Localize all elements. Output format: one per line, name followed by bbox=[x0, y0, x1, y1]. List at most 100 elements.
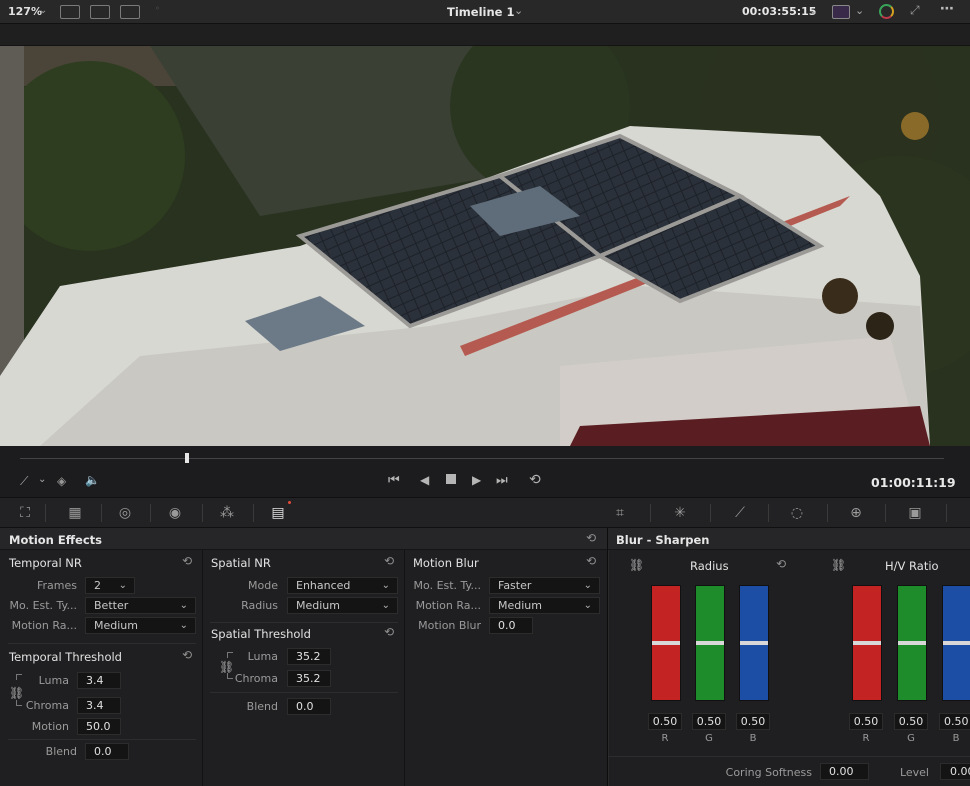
hv-ratio-title: H/V Ratio bbox=[885, 559, 939, 573]
tool-chevron-icon[interactable]: ⌄ bbox=[38, 474, 46, 485]
spatial-radius-dropdown[interactable]: Medium ⌄ bbox=[287, 597, 398, 614]
fullscreen-icon[interactable]: ⤢ bbox=[910, 3, 920, 18]
motion-effects-icon[interactable]: ▤ bbox=[268, 504, 288, 522]
radius-link-icon[interactable]: ⛓ bbox=[629, 558, 644, 572]
compare-viewer-icon[interactable] bbox=[120, 5, 140, 19]
spatial-chroma-input[interactable]: 35.2 bbox=[287, 670, 331, 687]
camera-raw-icon[interactable]: ⛶ bbox=[15, 504, 35, 522]
eyedropper-icon[interactable]: ⟋ bbox=[20, 474, 28, 489]
motion-blur-reset-icon[interactable]: ⟲ bbox=[586, 554, 596, 568]
rgb-mixer-icon[interactable]: ⁂ bbox=[217, 504, 237, 522]
chevron-down-icon: ⌄ bbox=[381, 580, 390, 591]
hv-green-value[interactable]: 0.50 bbox=[894, 713, 928, 730]
output-chevron-icon[interactable]: ⌄ bbox=[855, 4, 864, 17]
timecode-display[interactable]: 00:03:55:15 bbox=[742, 5, 816, 18]
temporal-threshold-reset-icon[interactable]: ⟲ bbox=[182, 648, 192, 662]
motion-effects-header: Motion Effects ⟲ bbox=[0, 528, 607, 550]
temporal-threshold-title: Temporal Threshold bbox=[9, 650, 122, 664]
timecode-chevron-icon[interactable]: ⌄ bbox=[809, 4, 818, 17]
more-options-icon[interactable]: ⋯ bbox=[940, 1, 954, 17]
frames-label: Frames bbox=[36, 579, 77, 592]
separator bbox=[885, 504, 886, 522]
go-to-start-icon[interactable]: ⏮ bbox=[388, 473, 400, 488]
hv-ratio-link-icon[interactable]: ⛓ bbox=[831, 558, 846, 572]
reset-all-icon[interactable]: ⟲ bbox=[586, 531, 596, 545]
spatial-threshold-reset-icon[interactable]: ⟲ bbox=[384, 625, 394, 639]
temporal-motion-label: Motion bbox=[31, 720, 69, 733]
color-warper-icon[interactable]: ✳ bbox=[670, 504, 690, 522]
temporal-mo-est-dropdown[interactable]: Better ⌄ bbox=[85, 597, 196, 614]
play-reverse-icon[interactable]: ◀ bbox=[420, 473, 429, 487]
radius-blue-value[interactable]: 0.50 bbox=[736, 713, 770, 730]
spatial-radius-value: Medium bbox=[296, 599, 340, 612]
hv-green-slider[interactable] bbox=[897, 585, 927, 701]
hv-blue-value[interactable]: 0.50 bbox=[939, 713, 970, 730]
separator bbox=[710, 504, 711, 522]
spatial-nr-reset-icon[interactable]: ⟲ bbox=[384, 554, 394, 568]
zoom-chevron-icon[interactable]: ⌄ bbox=[39, 5, 47, 16]
hv-red-value[interactable]: 0.50 bbox=[849, 713, 883, 730]
radius-red-value[interactable]: 0.50 bbox=[648, 713, 682, 730]
chevron-down-icon: ⌄ bbox=[583, 580, 592, 591]
tracker-icon[interactable]: ⊕ bbox=[846, 504, 866, 522]
frames-value: 2 bbox=[94, 579, 101, 592]
radius-green-slider[interactable] bbox=[695, 585, 725, 701]
radius-reset-icon[interactable]: ⟲ bbox=[776, 557, 786, 571]
radius-green-value[interactable]: 0.50 bbox=[692, 713, 726, 730]
timeline-chevron-icon[interactable]: ⌄ bbox=[514, 4, 523, 17]
link-icon[interactable]: ⛓ bbox=[9, 686, 24, 700]
temporal-blend-input[interactable]: 0.0 bbox=[85, 743, 129, 760]
temporal-nr-reset-icon[interactable]: ⟲ bbox=[182, 554, 192, 568]
video-viewer[interactable] bbox=[0, 46, 970, 446]
scrubber-track[interactable] bbox=[20, 458, 944, 459]
spatial-blend-label: Blend bbox=[246, 700, 278, 713]
radius-red-slider[interactable] bbox=[651, 585, 681, 701]
spatial-mode-dropdown[interactable]: Enhanced ⌄ bbox=[287, 577, 398, 594]
color-match-icon[interactable]: ▦ bbox=[65, 504, 85, 522]
blur-motion-range-dropdown[interactable]: Medium ⌄ bbox=[489, 597, 600, 614]
blur-mo-est-dropdown[interactable]: Faster ⌄ bbox=[489, 577, 600, 594]
window-icon[interactable]: ◌ bbox=[787, 504, 807, 522]
temporal-chroma-input[interactable]: 3.4 bbox=[77, 697, 121, 714]
temporal-luma-label: Luma bbox=[38, 674, 69, 687]
timeline-name[interactable]: Timeline 1 bbox=[447, 5, 514, 19]
temporal-blend-label: Blend bbox=[45, 745, 77, 758]
loop-icon[interactable]: ⟲ bbox=[529, 472, 541, 488]
curves-icon[interactable]: ⌗ bbox=[610, 504, 630, 522]
temporal-motion-range-label: Motion Ra... bbox=[11, 619, 77, 632]
level-input[interactable]: 0.00 bbox=[940, 763, 970, 780]
output-format-icon[interactable] bbox=[832, 5, 850, 19]
layers-icon[interactable]: ◈ bbox=[57, 474, 66, 488]
hv-red-slider[interactable] bbox=[852, 585, 882, 701]
stop-icon[interactable] bbox=[446, 474, 456, 484]
motion-blur-input[interactable]: 0.0 bbox=[489, 617, 533, 634]
divider bbox=[608, 756, 970, 757]
playhead-handle[interactable] bbox=[185, 453, 189, 463]
temporal-motion-range-dropdown[interactable]: Medium ⌄ bbox=[85, 617, 196, 634]
temporal-luma-input[interactable]: 3.4 bbox=[77, 672, 121, 689]
color-wheel-icon[interactable] bbox=[879, 4, 894, 19]
separator bbox=[101, 504, 102, 522]
spatial-blend-input[interactable]: 0.0 bbox=[287, 698, 331, 715]
audio-volume-icon[interactable]: 🔈 bbox=[85, 473, 100, 487]
zoom-level[interactable]: 127% bbox=[8, 5, 42, 18]
single-viewer-icon[interactable] bbox=[60, 5, 80, 19]
hv-channel-g: G bbox=[907, 733, 915, 744]
hdr-icon[interactable]: ◉ bbox=[165, 504, 185, 522]
temporal-motion-input[interactable]: 50.0 bbox=[77, 718, 121, 735]
separator bbox=[45, 504, 46, 522]
go-to-end-icon[interactable]: ⏭ bbox=[496, 473, 508, 488]
qualifier-icon[interactable]: ⟋ bbox=[730, 504, 750, 522]
chevron-down-icon: ⌄ bbox=[179, 620, 188, 631]
play-icon[interactable]: ▶ bbox=[472, 473, 481, 487]
primaries-icon[interactable]: ◎ bbox=[115, 504, 135, 522]
magic-mask-icon[interactable]: ▣ bbox=[905, 504, 925, 522]
hv-blue-slider[interactable] bbox=[942, 585, 970, 701]
chevron-down-icon: ⌄ bbox=[118, 580, 127, 591]
frames-dropdown[interactable]: 2 ⌄ bbox=[85, 577, 135, 594]
radius-channel-r: R bbox=[661, 733, 669, 744]
split-viewer-icon[interactable] bbox=[90, 5, 110, 19]
coring-softness-input[interactable]: 0.00 bbox=[820, 763, 869, 780]
spatial-luma-input[interactable]: 35.2 bbox=[287, 648, 331, 665]
radius-blue-slider[interactable] bbox=[739, 585, 769, 701]
